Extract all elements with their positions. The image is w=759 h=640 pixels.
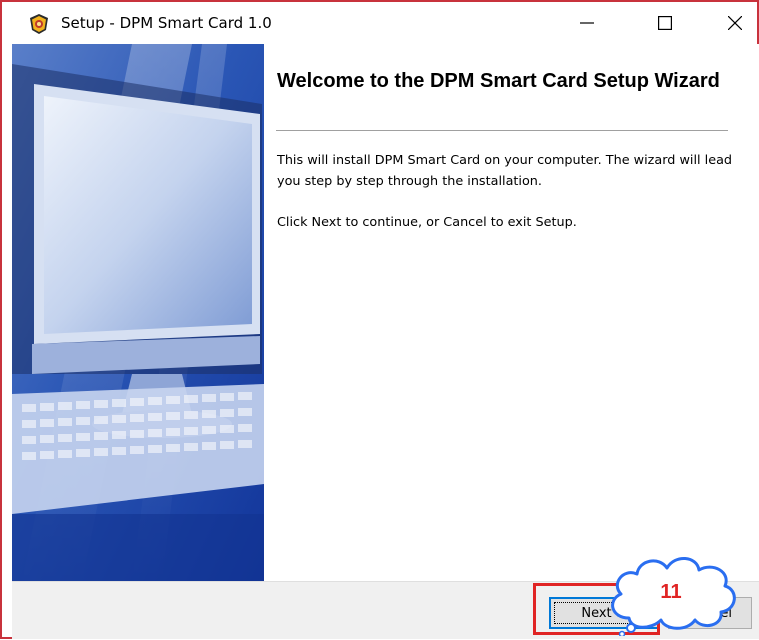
minimize-button[interactable] — [558, 2, 616, 44]
continue-instruction: Click Next to continue, or Cancel to exi… — [277, 215, 577, 230]
title-bar[interactable]: Setup - DPM Smart Card 1.0 — [2, 2, 757, 44]
window-title: Setup - DPM Smart Card 1.0 — [61, 14, 272, 32]
install-description: This will install DPM Smart Card on your… — [277, 153, 733, 189]
step-number: 11 — [660, 580, 682, 603]
wizard-heading: Welcome to the DPM Smart Card Setup Wiza… — [277, 70, 720, 92]
maximize-icon — [658, 16, 672, 30]
minimize-icon — [580, 22, 594, 24]
step-callout: 11 — [601, 548, 741, 638]
setup-window: Setup - DPM Smart Card 1.0 Welcome to th… — [0, 0, 759, 639]
close-icon — [728, 16, 742, 30]
close-button[interactable] — [706, 2, 759, 44]
setup-app-icon — [28, 13, 50, 35]
heading-divider — [276, 130, 728, 132]
wizard-content: Welcome to the DPM Smart Card Setup Wiza… — [264, 44, 759, 581]
wizard-banner-image — [12, 44, 264, 581]
maximize-button[interactable] — [636, 2, 694, 44]
